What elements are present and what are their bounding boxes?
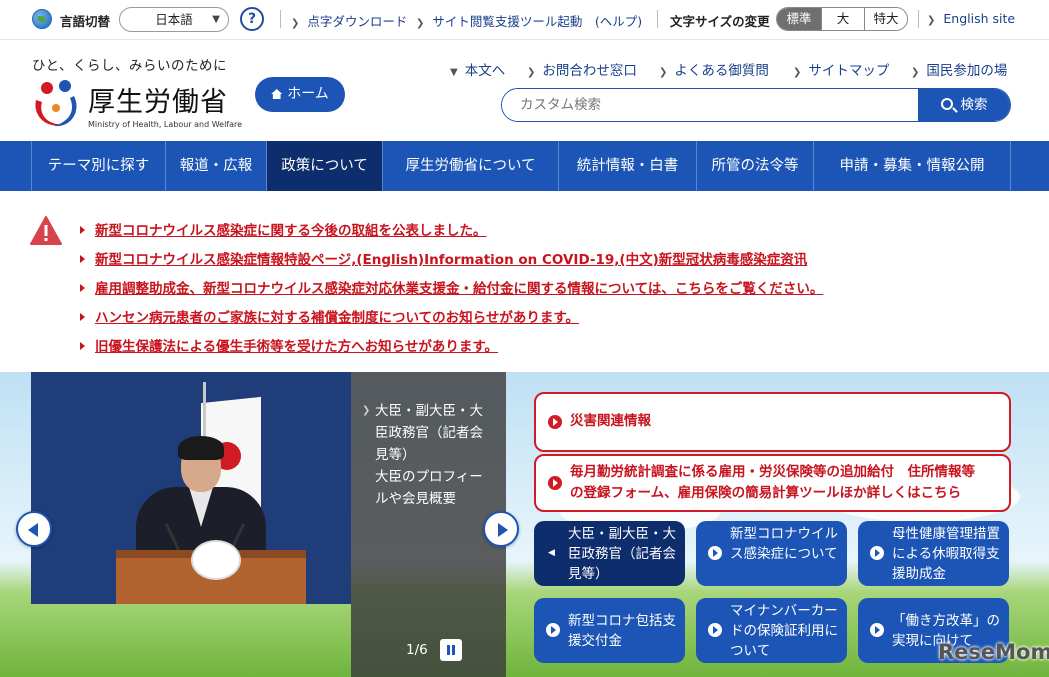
nav-item-press[interactable]: 報道・広報 [166, 141, 267, 191]
alert-link[interactable]: 新型コロナウイルス感染症に関する今後の取組を公表しました。 [80, 219, 487, 239]
arrow-circle-icon [546, 623, 560, 637]
main-navigation: テーマ別に探す 報道・広報 政策について 厚生労働省について 統計情報・白書 所… [0, 141, 1049, 191]
sitemap-link[interactable]: ❯ サイトマップ [793, 59, 889, 79]
caret-right-icon [80, 342, 85, 350]
nav-item-about[interactable]: 厚生労働省について [383, 141, 559, 191]
search-icon [940, 98, 953, 110]
skip-to-content-link[interactable]: ▼ 本文へ [450, 59, 505, 79]
alert-link[interactable]: 新型コロナウイルス感染症情報特設ページ,(English)Information… [80, 248, 807, 268]
contact-link[interactable]: ❯ お問合わせ窓口 [527, 59, 637, 79]
tile-maternal-health[interactable]: 母性健康管理措置による休暇取得支援助成金 [858, 521, 1009, 586]
nav-item-applications[interactable]: 申請・募集・情報公開 [814, 141, 1011, 191]
nav-item-themes[interactable]: テーマ別に探す [31, 141, 166, 191]
chevron-down-icon: ▼ [212, 14, 220, 25]
mhlw-logo-icon[interactable] [30, 78, 82, 130]
caret-right-icon [80, 255, 85, 263]
arrow-circle-icon [870, 623, 884, 637]
accessibility-tool-link[interactable]: ❯ サイト閲覧支援ツール起動 (ヘルプ) [416, 11, 642, 30]
carousel-caption-desc: 大臣のプロフィールや会見概要 [375, 469, 483, 507]
alert-link[interactable]: ハンセン病元患者のご家族に対する補償金制度についてのお知らせがあります。 [80, 306, 579, 326]
language-select-value: 日本語 [155, 12, 193, 27]
chevron-right-icon: ❯ [911, 67, 920, 78]
language-select[interactable]: 日本語 ▼ [119, 7, 229, 32]
monthly-labor-survey-card[interactable]: 毎月勤労統計調査に係る雇用・労災保険等の追加給付 住所情報等 の登録フォーム、雇… [534, 454, 1011, 512]
warning-icon [30, 216, 62, 245]
search-button[interactable]: 検索 [918, 89, 1010, 121]
font-size-large[interactable]: 大 [821, 8, 864, 30]
home-button[interactable]: ホーム [255, 77, 345, 112]
site-search: 検索 [501, 88, 1011, 122]
monthly-labor-survey-line1: 毎月勤労統計調査に係る雇用・労災保険等の追加給付 住所情報等 [570, 464, 975, 480]
carousel-prev-button[interactable] [16, 511, 52, 547]
alert-link[interactable]: 旧優生保護法による優生手術等を受けた方へお知らせがあります。 [80, 335, 498, 355]
english-site-link[interactable]: ❯ English site [927, 11, 1015, 26]
globe-icon [32, 9, 52, 29]
braille-download-link[interactable]: ❯ 点字ダウンロード [291, 11, 407, 30]
chevron-right-icon: ❯ [927, 15, 936, 26]
chevron-right-icon: ❯ [416, 18, 425, 29]
monthly-labor-survey-line2: の登録フォーム、雇用保険の簡易計算ツールほか詳しくはこちら [570, 485, 962, 501]
logo-title[interactable]: 厚生労働省 [88, 80, 228, 119]
search-input[interactable] [502, 89, 918, 121]
alert-section: 新型コロナウイルス感染症に関する今後の取組を公表しました。 新型コロナウイルス感… [0, 191, 1049, 372]
arrow-circle-icon [548, 476, 562, 490]
home-icon [271, 89, 283, 99]
font-size-standard[interactable]: 標準 [777, 8, 821, 30]
tile-mynumber[interactable]: マイナンバーカードの保険証利用について [696, 598, 847, 663]
help-button[interactable]: ? [240, 7, 264, 31]
utility-bar: 言語切替 日本語 ▼ ? ❯ 点字ダウンロード ❯ サイト閲覧支援ツール起動 (ヘル… [0, 0, 1049, 40]
arrow-circle-icon [708, 623, 722, 637]
speaker-figure [178, 436, 224, 460]
chevron-down-icon: ▼ [450, 67, 458, 78]
divider [657, 10, 658, 28]
carousel-pause-button[interactable] [440, 639, 462, 661]
font-size-switcher: 標準 大 特大 [776, 7, 908, 31]
arrow-circle-icon [548, 415, 562, 429]
site-header: ひと、くらし、みらいのために 厚生労働省 Ministry of Health,… [0, 40, 1049, 141]
hero-section: ❯ 大臣・副大臣・大臣政務官（記者会見等） 大臣のプロフィールや会見概要 1/6 … [0, 372, 1049, 677]
tagline: ひと、くらし、みらいのために [32, 58, 228, 74]
nav-item-policy[interactable]: 政策について [267, 141, 383, 191]
font-size-label: 文字サイズの変更 [670, 14, 770, 29]
tile-covid19[interactable]: 新型コロナウイルス感染症について [696, 521, 847, 586]
carousel-slide-image[interactable] [31, 372, 351, 604]
chevron-right-icon: ❯ [362, 405, 371, 416]
divider [918, 10, 919, 28]
chevron-right-icon: ❯ [291, 18, 300, 29]
logo-subtitle: Ministry of Health, Labour and Welfare [88, 120, 243, 129]
tile-covid-grant[interactable]: 新型コロナ包括支援交付金 [534, 598, 685, 663]
arrow-circle-icon [708, 546, 722, 560]
tile-minister[interactable]: ◀ 大臣・副大臣・大臣政務官（記者会見等） [534, 521, 685, 586]
nav-item-laws[interactable]: 所管の法令等 [697, 141, 814, 191]
language-label: 言語切替 [60, 14, 111, 29]
carousel-caption-title[interactable]: ❯ 大臣・副大臣・大臣政務官（記者会見等） [362, 400, 495, 466]
podium-logo-icon [191, 540, 241, 580]
resemom-watermark: ReseMom [938, 640, 1049, 664]
public-participation-link[interactable]: ❯ 国民参加の場 [911, 59, 1007, 79]
faq-link[interactable]: ❯ よくある御質問 [659, 59, 769, 79]
disaster-info-label: 災害関連情報 [570, 413, 651, 429]
caret-right-icon [80, 226, 85, 234]
disaster-info-card[interactable]: 災害関連情報 [534, 392, 1011, 452]
carousel-counter: 1/6 [406, 642, 428, 658]
caret-left-icon: ◀ [548, 548, 555, 558]
divider [280, 10, 281, 28]
chevron-right-icon: ❯ [527, 67, 536, 78]
arrow-circle-icon [870, 546, 884, 560]
chevron-right-icon: ❯ [793, 67, 802, 78]
caret-right-icon [80, 284, 85, 292]
carousel-next-button[interactable] [483, 511, 519, 547]
caret-right-icon [80, 313, 85, 321]
font-size-xlarge[interactable]: 特大 [864, 8, 907, 30]
alert-link[interactable]: 雇用調整助成金、新型コロナウイルス感染症対応休業支援金・給付金に関する情報につい… [80, 277, 823, 297]
chevron-right-icon: ❯ [659, 67, 668, 78]
nav-item-statistics[interactable]: 統計情報・白書 [559, 141, 697, 191]
